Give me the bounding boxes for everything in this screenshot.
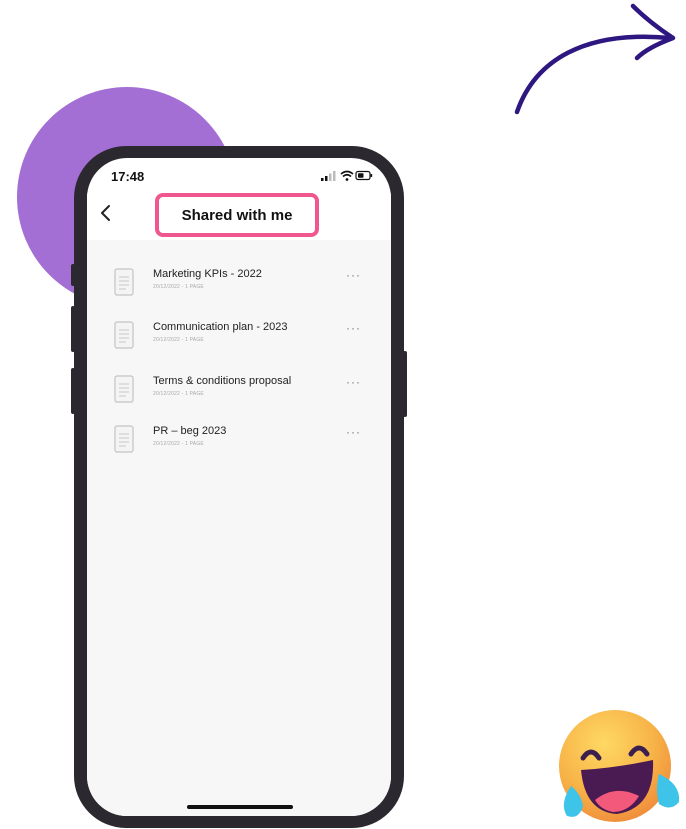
status-time: 17:48 <box>111 169 145 184</box>
list-item[interactable]: Terms & conditions proposal 20/12/2022 -… <box>87 367 391 417</box>
laughing-emoji-icon <box>559 710 680 822</box>
list-item[interactable]: Communication plan - 2023 20/12/2022 - 1… <box>87 313 391 363</box>
more-options-icon[interactable]: ··· <box>346 269 361 281</box>
more-options-icon[interactable]: ··· <box>346 322 361 334</box>
volume-down-button <box>71 368 75 414</box>
document-icon <box>114 321 134 349</box>
wifi-icon <box>340 170 354 181</box>
battery-icon <box>355 170 373 181</box>
document-title: Marketing KPIs - 2022 <box>153 268 262 280</box>
document-meta: 20/12/2022 - 1 PAGE <box>153 337 204 343</box>
phone-screen: 17:48 Shared with me Marketing KPIs - 20… <box>87 158 391 816</box>
more-options-icon[interactable]: ··· <box>346 426 361 438</box>
document-title: Communication plan - 2023 <box>153 321 288 333</box>
document-title: PR – beg 2023 <box>153 425 227 437</box>
document-list: Marketing KPIs - 2022 20/12/2022 - 1 PAG… <box>87 240 391 816</box>
power-button <box>403 351 407 417</box>
document-meta: 20/12/2022 - 1 PAGE <box>153 284 204 290</box>
home-indicator[interactable] <box>187 805 293 809</box>
document-icon <box>114 268 134 296</box>
page-title: Shared with me <box>155 193 319 237</box>
curved-arrow-icon <box>514 3 676 115</box>
app-header: Shared with me <box>87 192 391 240</box>
more-options-icon[interactable]: ··· <box>346 376 361 388</box>
document-meta: 20/12/2022 - 1 PAGE <box>153 441 204 447</box>
signal-icon <box>321 171 336 181</box>
volume-up-button <box>71 306 75 352</box>
list-item[interactable]: PR – beg 2023 20/12/2022 - 1 PAGE ··· <box>87 417 391 467</box>
document-title: Terms & conditions proposal <box>153 375 292 387</box>
status-bar: 17:48 <box>87 158 391 192</box>
document-icon <box>114 425 134 453</box>
list-item[interactable]: Marketing KPIs - 2022 20/12/2022 - 1 PAG… <box>87 260 391 310</box>
phone-frame: 17:48 Shared with me Marketing KPIs - 20… <box>71 146 407 828</box>
mute-switch <box>71 264 75 286</box>
chevron-left-icon[interactable] <box>95 202 117 224</box>
document-meta: 20/12/2022 - 1 PAGE <box>153 391 204 397</box>
document-icon <box>114 375 134 403</box>
status-icons <box>321 170 373 181</box>
